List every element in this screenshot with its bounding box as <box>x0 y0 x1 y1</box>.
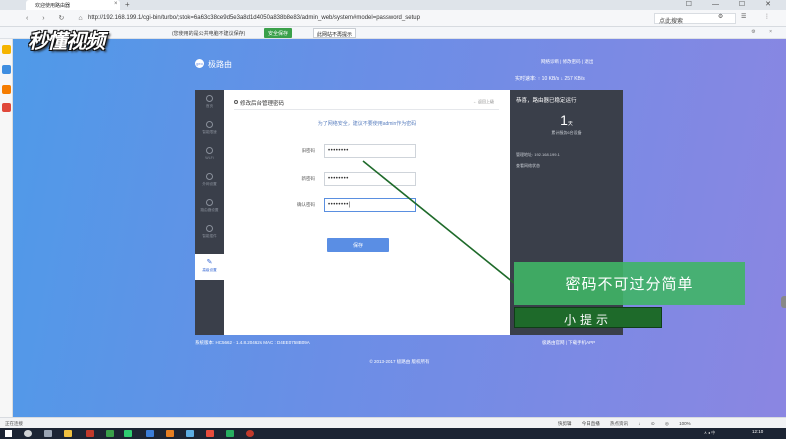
app-icon[interactable] <box>206 430 214 437</box>
weibo-icon[interactable] <box>2 85 11 94</box>
favorites-icon[interactable] <box>2 45 11 54</box>
apps-icon[interactable] <box>2 65 11 74</box>
search-taskbar-icon[interactable] <box>24 430 32 437</box>
task-view-icon[interactable] <box>44 430 52 437</box>
left-sidebar-rail <box>0 39 13 417</box>
status-item[interactable]: ⊙ <box>651 421 655 426</box>
browser-tools[interactable]: ⚙ ☰ ⋮ <box>718 13 778 20</box>
windows-taskbar: ∧ ◂ 中 12:10 <box>0 428 786 439</box>
app-shortcut-icon[interactable] <box>2 103 11 112</box>
clock: 12:10 <box>752 429 764 434</box>
url-field[interactable]: http://192.168.199.1/cgi-bin/turbo/;stok… <box>80 13 640 24</box>
browser-taskbar-icon[interactable] <box>146 430 154 437</box>
annotation-pointer-line <box>362 160 515 284</box>
tab-close-icon[interactable]: × <box>114 1 118 7</box>
start-button-icon[interactable] <box>5 430 12 437</box>
tip-sub-banner: 小提示 <box>514 307 662 328</box>
infobar-message: (您使用的是公共电脑不建议保存) <box>172 31 246 37</box>
app-icon[interactable] <box>166 430 174 437</box>
status-item[interactable]: ↓ <box>638 421 640 426</box>
status-item[interactable]: 今日直播 <box>582 421 600 426</box>
window-controls[interactable]: ☐ — ☐ ✕ <box>686 0 780 8</box>
wechat-icon[interactable] <box>124 430 132 437</box>
status-text: 正在连接 <box>5 421 23 426</box>
status-item[interactable]: ◎ <box>665 421 669 426</box>
status-items: 快剪辑 今日直播 热点资讯 ↓ ⊙ ◎ 100% <box>558 421 700 427</box>
app-icon[interactable] <box>106 430 114 437</box>
system-tray[interactable]: ∧ ◂ 中 <box>704 430 715 436</box>
browser-tab-bar: 欢迎使用路由器 × + ☐ — ☐ ✕ <box>0 0 786 10</box>
status-item[interactable]: 热点资讯 <box>610 421 628 426</box>
zoom-level[interactable]: 100% <box>679 421 691 426</box>
app-icon[interactable] <box>86 430 94 437</box>
tip-main-banner: 密码不可过分简单 <box>514 262 745 305</box>
status-item[interactable]: 快剪辑 <box>558 421 572 426</box>
no-more-prompt-button[interactable]: 此网站不再提示 <box>313 28 357 38</box>
scroll-handle[interactable] <box>781 296 786 308</box>
password-infobar: (您使用的是公共电脑不建议保存) 安全保存 此网站不再提示 ⚙ × <box>0 27 786 39</box>
recorder-icon[interactable] <box>246 430 254 437</box>
infobar-icons[interactable]: ⚙ × <box>751 29 778 35</box>
app-icon[interactable] <box>226 430 234 437</box>
video-watermark-logo: 秒懂视频 <box>28 31 105 53</box>
app-icon[interactable] <box>186 430 194 437</box>
safe-save-button[interactable]: 安全保存 <box>264 28 293 38</box>
browser-status-bar: 正在连接 快剪辑 今日直播 热点资讯 ↓ ⊙ ◎ 100% <box>0 417 786 428</box>
explorer-icon[interactable] <box>64 430 72 437</box>
router-page: geo 极路由 网络诊断 | 修改密码 | 退出 实时速率: ↑ 10 KB/s… <box>13 39 786 417</box>
annotation-line <box>362 160 515 284</box>
address-bar: ‹ › ↻ ⌂ http://192.168.199.1/cgi-bin/tur… <box>0 10 786 27</box>
tab-title: 欢迎使用路由器 <box>35 3 71 9</box>
tab-router[interactable]: 欢迎使用路由器 <box>26 0 120 10</box>
new-tab-button[interactable]: + <box>125 0 130 9</box>
